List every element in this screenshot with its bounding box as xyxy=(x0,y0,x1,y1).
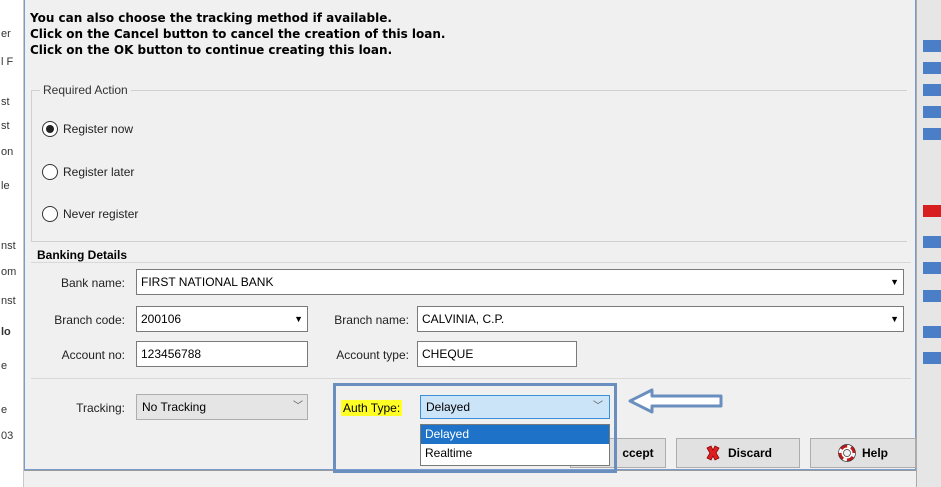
background-window-bottom xyxy=(24,470,916,487)
instructions-text: You can also choose the tracking method … xyxy=(30,10,630,58)
background-text: st xyxy=(1,96,10,108)
background-text: om xyxy=(1,266,17,278)
chevron-down-icon[interactable]: ▼ xyxy=(294,307,303,331)
tracking-value: No Tracking xyxy=(142,400,207,414)
chevron-down-icon[interactable]: ﹀ xyxy=(293,395,303,419)
discard-button[interactable]: Discard xyxy=(676,438,800,468)
background-text: l F xyxy=(1,56,14,68)
background-marker xyxy=(923,62,941,74)
background-window-right xyxy=(916,0,941,487)
background-marker xyxy=(923,262,941,274)
background-marker xyxy=(923,128,941,140)
background-text: le xyxy=(1,180,10,192)
branch-name-value: CALVINIA, C.P. xyxy=(422,312,505,326)
background-text: nst xyxy=(1,240,16,252)
radio-button-icon[interactable] xyxy=(42,206,58,222)
background-marker xyxy=(923,205,941,217)
background-marker xyxy=(923,40,941,52)
divider xyxy=(31,262,911,263)
radio-button-icon[interactable] xyxy=(42,164,58,180)
discard-button-label: Discard xyxy=(727,446,773,460)
account-type-label: Account type: xyxy=(336,348,409,362)
background-marker xyxy=(923,236,941,248)
account-type-field[interactable]: CHEQUE xyxy=(417,341,577,367)
required-action-legend: Required Action xyxy=(40,83,131,97)
background-marker xyxy=(923,290,941,302)
auth-type-combo[interactable]: Delayed ﹀ xyxy=(420,395,610,419)
auth-type-label: Auth Type: xyxy=(341,400,403,416)
left-arrow-icon xyxy=(628,388,723,414)
help-button[interactable]: Help xyxy=(810,438,916,468)
branch-name-label: Branch name: xyxy=(334,313,409,327)
background-text: e xyxy=(1,360,8,372)
chevron-down-icon[interactable]: ▼ xyxy=(890,307,899,331)
background-marker xyxy=(923,352,941,364)
radio-button-checked-icon[interactable] xyxy=(42,121,58,137)
background-text: st xyxy=(1,120,10,132)
instruction-line: You can also choose the tracking method … xyxy=(30,11,392,25)
tracking-label: Tracking: xyxy=(76,401,125,415)
tracking-combo[interactable]: No Tracking ﹀ xyxy=(136,394,308,420)
instruction-line: Click on the Cancel button to cancel the… xyxy=(30,27,446,41)
account-type-value: CHEQUE xyxy=(422,347,474,361)
required-action-group: Required Action Register now Register la… xyxy=(31,83,907,242)
red-x-icon xyxy=(704,444,722,462)
chevron-down-icon[interactable]: ▼ xyxy=(890,270,899,294)
background-text: e xyxy=(1,404,8,416)
instruction-line: Click on the OK button to continue creat… xyxy=(30,43,393,57)
branch-code-combo[interactable]: 200106 ▼ xyxy=(136,306,308,332)
banking-details-title: Banking Details xyxy=(37,248,128,262)
radio-register-later[interactable]: Register later xyxy=(42,164,134,180)
chevron-down-icon[interactable]: ﹀ xyxy=(593,396,603,418)
background-marker xyxy=(923,84,941,96)
bank-name-value: FIRST NATIONAL BANK xyxy=(141,275,274,289)
branch-name-combo[interactable]: CALVINIA, C.P. ▼ xyxy=(417,306,904,332)
bank-name-label: Bank name: xyxy=(60,276,125,290)
background-marker xyxy=(923,106,941,118)
auth-type-value: Delayed xyxy=(426,400,471,414)
branch-code-label: Branch code: xyxy=(54,313,125,327)
background-marker xyxy=(923,326,941,338)
radio-label: Never register xyxy=(63,207,139,221)
radio-never-register[interactable]: Never register xyxy=(42,206,138,222)
radio-label: Register later xyxy=(63,165,135,179)
radio-label: Register now xyxy=(63,122,134,136)
background-text: nst xyxy=(1,295,16,307)
account-no-value: 123456788 xyxy=(141,347,202,361)
auth-type-option-delayed[interactable]: Delayed xyxy=(421,425,609,444)
background-text: 03 xyxy=(1,430,14,442)
branch-code-value: 200106 xyxy=(141,312,182,326)
lifebuoy-icon xyxy=(838,444,856,462)
account-no-label: Account no: xyxy=(61,348,125,362)
background-text: er xyxy=(1,28,11,40)
background-text: on xyxy=(1,146,14,158)
radio-register-now[interactable]: Register now xyxy=(42,121,133,137)
background-text: lo xyxy=(1,326,11,338)
auth-type-option-realtime[interactable]: Realtime xyxy=(421,444,609,463)
background-window-left: er l F st st on le nst om nst lo e e 03 xyxy=(0,0,24,487)
bank-name-combo[interactable]: FIRST NATIONAL BANK ▼ xyxy=(136,269,904,295)
auth-type-dropdown-list[interactable]: Delayed Realtime xyxy=(420,424,610,466)
account-no-field[interactable]: 123456788 xyxy=(136,341,308,367)
divider xyxy=(31,378,911,379)
help-button-label: Help xyxy=(861,446,888,460)
loan-banking-dialog: You can also choose the tracking method … xyxy=(24,0,916,473)
